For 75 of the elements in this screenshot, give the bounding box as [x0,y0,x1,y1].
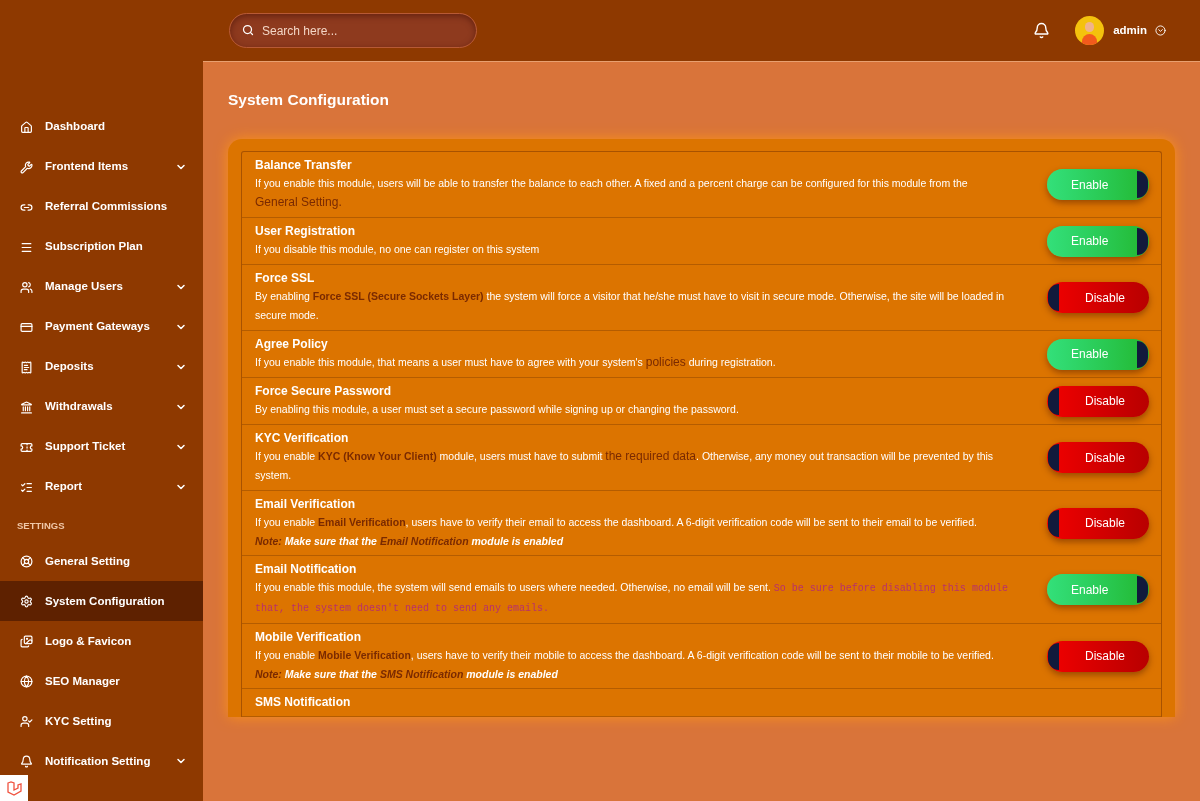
user-name[interactable]: admin [1113,21,1147,40]
sidebar-item[interactable]: Payment Gateways [0,307,203,347]
sidebar-item[interactable]: Deposits [0,347,203,387]
module-description: If you enable this module, the system will send emails to users where needed. Otherwise, no email will be sent. So be sure before disabling this module that, the system doesn't need to send any emails. [255,580,1009,617]
module-description: By enabling this module, a user must set a secure password while signing up or changing the password. [255,402,740,418]
receipt-icon [20,360,33,374]
toggle-knob [1137,227,1148,255]
toggle-switch[interactable]: Disable [1047,385,1149,417]
sidebar-item[interactable]: Withdrawals [0,387,203,427]
toggle-knob [1137,171,1148,199]
module-title: KYC Verification [255,430,350,448]
module-title: Agree Policy [255,336,329,354]
user-check-icon [20,714,33,728]
tools-icon [20,160,33,174]
module-title: Email Notification [255,561,358,579]
menu-icon [20,240,33,254]
module-title: Force Secure Password [255,383,393,401]
home-icon [20,120,33,134]
images-icon [20,634,33,648]
sidebar-item[interactable]: SEO Manager [0,661,203,702]
list-icon [20,480,33,494]
users-icon [20,280,33,294]
page-title: System Configuration [228,90,391,110]
toggle-knob [1137,340,1148,368]
sidebar-item[interactable]: Notification Setting [0,741,203,782]
module-title: Email Verification [255,496,357,514]
lifebuoy-icon [20,554,33,568]
sidebar-item[interactable]: Report [0,467,203,507]
toggle-knob [1048,284,1059,312]
globe-icon [20,674,33,688]
laravel-logo-icon [0,775,28,801]
sidebar-item[interactable]: General Setting [0,541,203,582]
module-description: If you enable this module, users will be able to transfer the balance to each other. A fixed and a percent charge can be configured for this module from the General Setting. [255,176,969,212]
module-note: Note: Make sure that the Email Notification module is enabled [255,534,565,550]
module-description: If you enable Mobile Verification, users have to verify their mobile to access the dashboard. A 6-digit verification code will be sent to their mobile to be verified. [255,648,995,664]
bell-icon [20,754,33,768]
toggle-switch[interactable]: Disable [1047,282,1149,314]
sidebar-item[interactable]: KYC Setting [0,701,203,742]
sidebar-item[interactable]: Logo & Favicon [0,621,203,662]
bank-icon [20,400,33,414]
toggle-knob [1048,509,1059,537]
chevron-down-icon[interactable] [1155,25,1166,36]
module-description: If you enable this module, that means a user must have to agree with your system's policies during registration. [255,354,777,372]
settings-icon [20,594,33,608]
module-title: SMS Notification [255,694,352,712]
search-field[interactable]: Search here... [229,13,477,48]
sidebar-item[interactable]: System Configuration [0,581,203,622]
sidebar-item[interactable]: Dashboard [0,107,203,147]
module-description: If you disable this module, no one can register on this system [255,242,541,258]
sidebar-item[interactable]: Manage Users [0,267,203,307]
sidebar-item[interactable]: Support Ticket [0,427,203,467]
section-title: SETTINGS [16,519,66,533]
toggle-knob [1048,642,1059,670]
module-description: By enabling Force SSL (Secure Sockets Layer) the system will force a visitor that he/she must have to visit in secure mode. Otherwise, the site will be loaded in secure mode. [255,289,1006,324]
toggle-switch[interactable]: Disable [1047,507,1149,539]
toggle-knob [1048,444,1059,472]
sidebar-item[interactable]: Subscription Plan [0,227,203,267]
ticket-icon [20,440,33,454]
module-title: Balance Transfer [255,157,353,175]
toggle-knob [1137,576,1148,604]
toggle-switch[interactable]: Disable [1047,640,1149,672]
toggle-switch[interactable]: Disable [1047,442,1149,474]
toggle-knob [1048,387,1059,415]
module-description: If you enable Email Verification, users have to verify their email to access the dashboard. A 6-digit verification code will be sent to their email to be verified. [255,515,978,531]
module-description: If you enable KYC (Know Your Client) module, users must have to submit the required data. Otherwise, any money out transaction will be prevented by this system. [255,448,995,484]
module-note: Note: Make sure that the SMS Notification module is enabled [255,667,559,683]
module-title: User Registration [255,223,357,241]
credit-card-icon [20,320,33,334]
module-title: Force SSL [255,270,316,288]
search-icon [242,24,254,36]
module-title: Mobile Verification [255,629,363,647]
sidebar-item[interactable]: Frontend Items [0,147,203,187]
sidebar-item[interactable]: Referral Commissions [0,187,203,227]
notification-icon[interactable] [1033,22,1051,39]
avatar[interactable] [1075,16,1105,45]
